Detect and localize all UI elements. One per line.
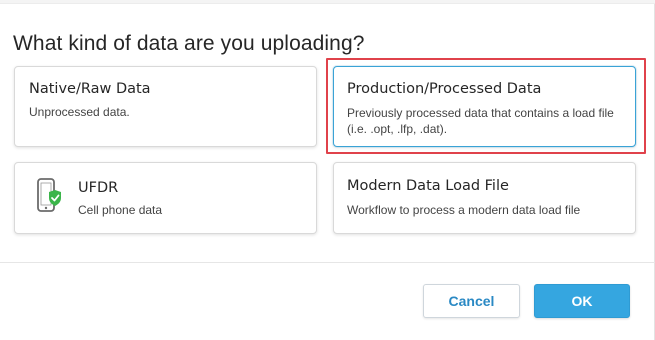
footer-divider — [0, 262, 655, 263]
option-card-native-raw-data[interactable]: Native/Raw Data Unprocessed data. — [14, 66, 317, 147]
option-card-modern-data-load-file[interactable]: Modern Data Load File Workflow to proces… — [333, 162, 636, 234]
option-description: Previously processed data that contains … — [347, 106, 614, 136]
option-title: Production/Processed Data — [347, 81, 542, 97]
option-description: Unprocessed data. — [29, 105, 130, 119]
option-title: Native/Raw Data — [29, 81, 151, 97]
option-title: UFDR — [78, 180, 119, 196]
option-card-production-processed-data[interactable]: Production/Processed Data Previously pro… — [333, 66, 636, 147]
dialog-title: What kind of data are you uploading? — [13, 32, 365, 55]
phone-check-icon — [37, 178, 61, 212]
cancel-button[interactable]: Cancel — [423, 284, 520, 318]
option-card-ufdr[interactable]: UFDR Cell phone data — [14, 162, 317, 234]
option-description: Workflow to process a modern data load f… — [347, 203, 581, 217]
dialog-top-edge — [0, 0, 655, 4]
ok-button[interactable]: OK — [534, 284, 630, 318]
option-title: Modern Data Load File — [347, 178, 509, 194]
option-description: Cell phone data — [78, 203, 163, 217]
upload-type-dialog: What kind of data are you uploading? Nat… — [0, 0, 655, 340]
